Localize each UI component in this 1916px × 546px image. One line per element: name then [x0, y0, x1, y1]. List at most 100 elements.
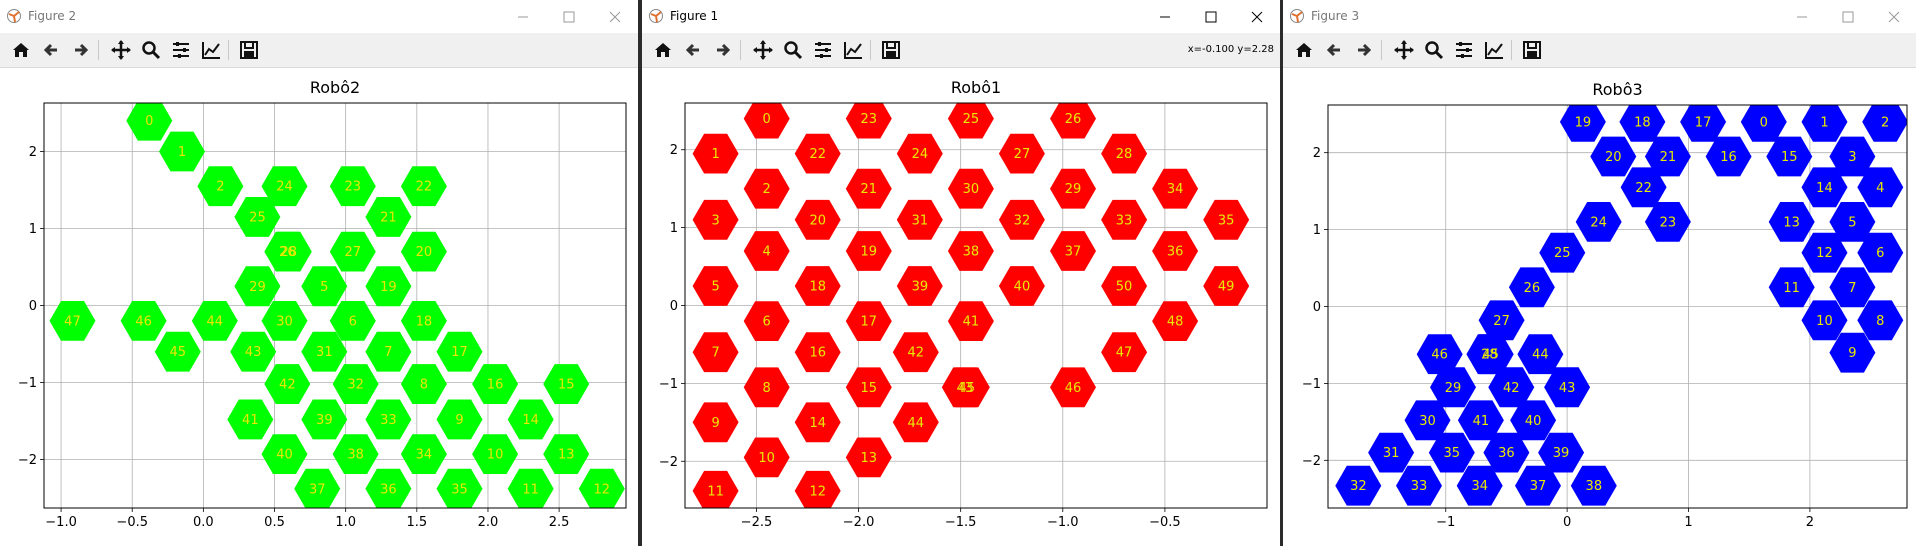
home-button[interactable]	[8, 37, 34, 63]
point-label: 11	[522, 482, 539, 497]
zoom-button[interactable]	[780, 37, 806, 63]
minimize-icon	[518, 16, 528, 17]
point-label: 5	[1848, 215, 1856, 230]
point-label: 2	[216, 180, 224, 195]
save-button[interactable]	[1519, 37, 1545, 63]
x-tick-label: −2.0	[843, 515, 875, 530]
toolbar-separator	[870, 40, 871, 60]
point-label: 30	[1419, 414, 1436, 429]
title-bar[interactable]: Figure 1	[642, 0, 1280, 33]
point-label: 11	[1783, 281, 1800, 296]
x-tick-label: −1.5	[945, 515, 977, 530]
figure-canvas[interactable]: Robô2−1.0 −0.5 0.0 0.5 1.0 1.5 2.0 2.5−2−101201…	[0, 68, 638, 546]
zoom-button[interactable]	[138, 37, 164, 63]
close-button[interactable]	[1871, 0, 1916, 33]
point-label: 40	[276, 448, 293, 463]
point-label: 0	[145, 114, 153, 129]
forward-button[interactable]	[1351, 37, 1377, 63]
title-bar[interactable]: Figure 3	[1283, 0, 1916, 33]
edit-axes-button[interactable]	[198, 37, 224, 63]
minimize-button[interactable]	[1779, 0, 1825, 33]
point-label: 33	[1116, 213, 1133, 228]
point-label: 4	[1876, 181, 1884, 196]
x-tick-label: 1.0	[335, 515, 356, 530]
pan-button[interactable]	[1391, 37, 1417, 63]
configure-subplots-button[interactable]	[810, 37, 836, 63]
close-button[interactable]	[1234, 0, 1280, 33]
point-label: 16	[1720, 150, 1737, 165]
matplotlib-app-icon	[7, 9, 21, 23]
point-label: 10	[1816, 314, 1833, 329]
point-label: 43	[1559, 381, 1576, 396]
title-bar[interactable]: Figure 2	[0, 0, 638, 33]
pan-icon	[111, 40, 131, 60]
point-label: 8	[420, 378, 428, 393]
back-button[interactable]	[38, 37, 64, 63]
point-label: 20	[416, 245, 433, 260]
toolbar-separator	[740, 40, 741, 60]
window-title: Figure 1	[670, 9, 719, 23]
x-tick-label: −2.5	[741, 515, 773, 530]
save-button[interactable]	[236, 37, 262, 63]
point-label: 22	[1635, 181, 1652, 196]
configure-subplots-button[interactable]	[1451, 37, 1477, 63]
point-label: 14	[1816, 181, 1833, 196]
y-tick-label: −1	[659, 377, 678, 392]
window-figure-3[interactable]: Figure 3 Robô3 −1 0 1 2 −2 −1 0 1 2 19 18 17 0 1 2 20 21 1…	[1283, 0, 1916, 546]
window-figure-1[interactable]: Figure 1 x=-0.100 y=2.28 Robô1 −2.5 −2.0 −1…	[642, 0, 1280, 546]
window-figure-2[interactable]: Figure 2 Robô2 −1.0 −0.5 0.0 0.5 1.0 1.5 2.0 2.5…	[0, 0, 638, 546]
point-label: 44	[907, 416, 924, 431]
point-label: 37	[1065, 244, 1082, 259]
point-label: 48	[1167, 315, 1184, 330]
maximize-button[interactable]	[1188, 0, 1234, 33]
back-button[interactable]	[1321, 37, 1347, 63]
point-label: 19	[861, 244, 878, 259]
point-label: 9	[711, 416, 719, 431]
edit-axes-button[interactable]	[840, 37, 866, 63]
figure-canvas[interactable]: Robô1−2.5 −2.0 −1.5 −1.0 −0.5−2−10120 23 25 261…	[642, 68, 1280, 546]
point-label: 7	[384, 345, 392, 360]
plot-title: Robô2	[310, 78, 360, 97]
back-button[interactable]	[680, 37, 706, 63]
maximize-button[interactable]	[546, 0, 592, 33]
x-tick-label: 1.5	[406, 515, 427, 530]
point-label: 30	[276, 314, 293, 329]
home-button[interactable]	[1291, 37, 1317, 63]
zoom-button[interactable]	[1421, 37, 1447, 63]
configure-subplots-button[interactable]	[168, 37, 194, 63]
point-label: 14	[809, 416, 826, 431]
y-tick-label: 0	[1313, 300, 1321, 315]
point-label: 24	[276, 180, 293, 195]
pan-button[interactable]	[750, 37, 776, 63]
maximize-button[interactable]	[1825, 0, 1871, 33]
pan-button[interactable]	[108, 37, 134, 63]
edit-axes-button[interactable]	[1481, 37, 1507, 63]
point-label: 36	[1167, 244, 1184, 259]
forward-button[interactable]	[68, 37, 94, 63]
point-label: 1	[711, 147, 719, 162]
point-label: 23	[1660, 215, 1677, 230]
toolbar-separator	[1511, 40, 1512, 60]
x-tick-label: 0.0	[193, 515, 214, 530]
minimize-button[interactable]	[500, 0, 546, 33]
home-button[interactable]	[650, 37, 676, 63]
point-label: 9	[1848, 346, 1856, 361]
save-button[interactable]	[878, 37, 904, 63]
point-label: 27	[1493, 314, 1510, 329]
close-button[interactable]	[592, 0, 638, 33]
minimize-button[interactable]	[1142, 0, 1188, 33]
y-tick-label: 2	[670, 143, 678, 158]
close-icon	[1888, 11, 1900, 22]
point-label: 3	[711, 213, 719, 228]
point-label: 35	[1444, 446, 1461, 461]
point-label: 24	[1590, 215, 1607, 230]
close-icon	[1251, 11, 1263, 22]
forward-button[interactable]	[710, 37, 736, 63]
point-label: 2	[1881, 115, 1889, 130]
figure-canvas[interactable]: Robô3−1 0 1 2−2−101219 18 17 0 1 220 21 16 15 322 14 4…	[1283, 68, 1916, 546]
edit-axes-icon	[844, 42, 862, 59]
point-label: 42	[279, 378, 296, 393]
point-label: 10	[487, 448, 504, 463]
save-icon	[882, 41, 900, 59]
point-label: 32	[1014, 213, 1031, 228]
